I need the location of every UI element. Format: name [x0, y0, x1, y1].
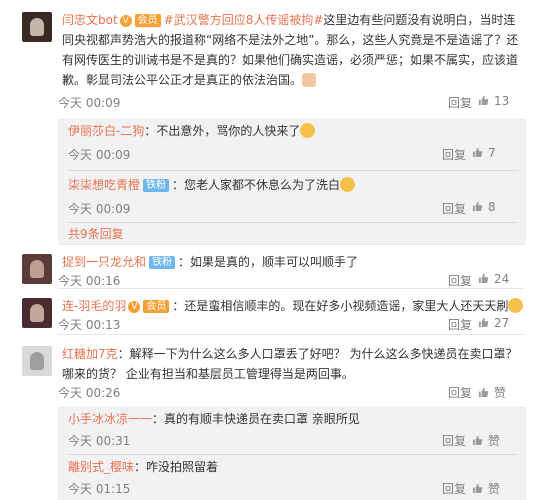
reply-username[interactable]: 離别式_樱味	[68, 460, 134, 474]
reply-meta: 今天 00:31 回复 赞	[68, 432, 518, 450]
reply-text: 伊丽莎白-二狗：不出意外，骂你的人快来了	[68, 121, 518, 141]
reply-button[interactable]: 回复	[442, 432, 466, 449]
comment-meta: 今天 00:26 回复 赞	[58, 384, 524, 402]
topic-link[interactable]: #武汉警方回应8人传谣被拘#	[164, 13, 324, 27]
vip-icon: V	[119, 14, 132, 27]
grin-emoji-icon	[300, 123, 316, 138]
divider	[58, 334, 524, 335]
like-button[interactable]: 赞	[472, 480, 518, 497]
thumb-up-icon	[472, 435, 483, 446]
comment-username[interactable]: 捉到一只龙允和	[62, 255, 146, 269]
fan-badge: 铁粉	[143, 179, 170, 192]
thumb-up-icon	[472, 483, 483, 494]
avatar[interactable]	[22, 346, 52, 376]
divider	[68, 170, 518, 171]
comment-time: 今天 00:26	[58, 386, 121, 400]
like-button[interactable]: 13	[478, 94, 524, 108]
divider	[68, 454, 518, 455]
sweat-emoji-icon	[340, 177, 356, 192]
comment-item: 红糖加7克：解释一下为什么这么多人口罩丢了好吧？ 为什么这么多快递员在卖口罩？哪…	[0, 346, 540, 500]
reply-button[interactable]: 回复	[442, 146, 466, 163]
divider	[58, 288, 524, 289]
reply-time: 今天 00:09	[68, 148, 131, 162]
like-button[interactable]: 赞	[472, 432, 518, 449]
comment-time: 今天 00:13	[58, 318, 121, 332]
fan-badge: 铁粉	[149, 256, 176, 269]
sweat-emoji-icon	[508, 298, 524, 313]
comment-text: 闫忠文bot V 会员 #武汉警方回应8人传谣被拘#这里边有些问题没有说明白，当时连同…	[62, 13, 519, 87]
reply-meta: 今天 00:09 回复 8	[68, 200, 518, 218]
replies-box: 小手冰冰凉一一：真的有顺丰快递员在卖口罩 亲眼所见 今天 00:31 回复 赞 …	[58, 406, 526, 500]
like-button[interactable]: 24	[478, 272, 524, 286]
comment-meta: 今天 00:13 回复 27	[58, 316, 524, 334]
pray-emoji-icon	[302, 73, 317, 87]
comment-time: 今天 00:09	[58, 96, 121, 110]
reply-button[interactable]: 回复	[448, 94, 472, 111]
reply-username[interactable]: 小手冰冰凉一一	[68, 412, 152, 426]
comment-time: 今天 00:16	[58, 274, 121, 288]
reply-button[interactable]: 回复	[442, 200, 466, 217]
comment-meta: 今天 00:09 回复 13	[58, 94, 524, 112]
reply-meta: 今天 01:15 回复 赞	[68, 480, 518, 498]
thumb-up-icon	[478, 95, 489, 106]
divider	[58, 244, 524, 245]
reply-time: 今天 01:15	[68, 482, 131, 496]
thumb-up-icon	[472, 201, 483, 212]
reply-text: 離别式_樱味：咋没拍照留着	[68, 460, 219, 474]
more-replies-link[interactable]: 共9条回复	[68, 225, 124, 242]
reply-text: 柒柒想吃青橙 铁粉 ：您老人家都不休息么为了洗白	[68, 175, 518, 195]
reply-username[interactable]: 伊丽莎白-二狗	[68, 124, 144, 138]
reply-time: 今天 00:31	[68, 434, 131, 448]
avatar[interactable]	[22, 12, 52, 42]
reply-button[interactable]: 回复	[448, 384, 472, 401]
like-button[interactable]: 27	[478, 316, 524, 330]
thumb-up-icon	[478, 317, 489, 328]
reply-time: 今天 00:09	[68, 202, 131, 216]
member-badge: 会员	[134, 14, 161, 27]
comment-text: 红糖加7克：解释一下为什么这么多人口罩丢了好吧？ 为什么这么多快递员在卖口罩？哪…	[62, 347, 518, 381]
comment-text: 捉到一只龙允和 铁粉 ：如果是真的，顺丰可以叫顺手了	[62, 255, 359, 269]
comment-username[interactable]: 闫忠文bot	[62, 13, 118, 27]
comment-item: 捉到一只龙允和 铁粉 ：如果是真的，顺丰可以叫顺手了 今天 00:16 回复 24	[0, 254, 540, 290]
vip-icon: V	[128, 300, 141, 313]
avatar[interactable]	[22, 254, 52, 284]
replies-box: 伊丽莎白-二狗：不出意外，骂你的人快来了 今天 00:09 回复 7 柒柒想吃青…	[58, 118, 526, 244]
divider	[68, 222, 518, 223]
avatar[interactable]	[22, 298, 52, 328]
comment-username[interactable]: 红糖加7克	[62, 347, 118, 361]
thumb-up-icon	[478, 387, 489, 398]
reply-text: 小手冰冰凉一一：真的有顺丰快递员在卖口罩 亲眼所见	[68, 412, 360, 426]
reply-username[interactable]: 柒柒想吃青橙	[68, 178, 140, 192]
comment-item: 闫忠文bot V 会员 #武汉警方回应8人传谣被拘#这里边有些问题没有说明白，当时连同…	[0, 12, 540, 282]
reply-meta: 今天 00:09 回复 7	[68, 146, 518, 164]
reply-button[interactable]: 回复	[442, 480, 466, 497]
thumb-up-icon	[478, 273, 489, 284]
comment-text: 连-羽毛的羽 V 会员 ：还是蛮相信顺丰的。现在好多小视频造谣，家里大人还天天刷	[62, 296, 524, 316]
like-button[interactable]: 8	[472, 200, 518, 214]
thumb-up-icon	[472, 147, 483, 158]
like-button[interactable]: 7	[472, 146, 518, 160]
member-badge: 会员	[143, 300, 170, 313]
comment-username[interactable]: 连-羽毛的羽	[62, 299, 126, 313]
like-button[interactable]: 赞	[478, 384, 524, 401]
comment-item: 连-羽毛的羽 V 会员 ：还是蛮相信顺丰的。现在好多小视频造谣，家里大人还天天刷 今天…	[0, 298, 540, 334]
reply-button[interactable]: 回复	[448, 272, 472, 289]
reply-button[interactable]: 回复	[448, 316, 472, 333]
